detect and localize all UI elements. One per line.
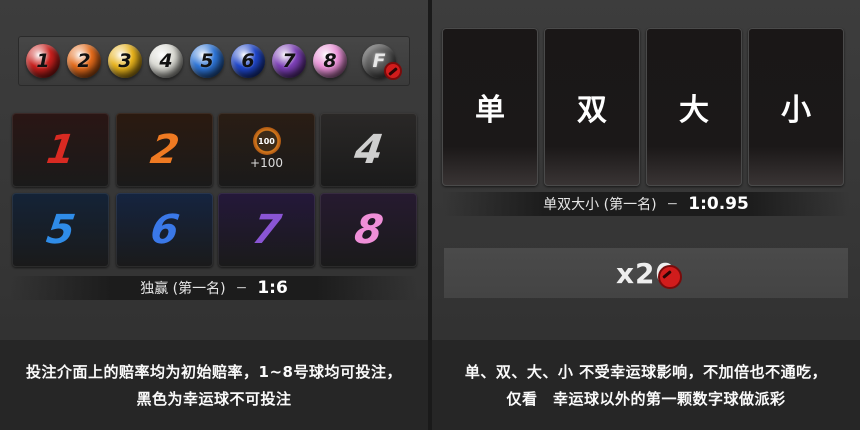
odds-label: 独赢 (第一名)	[140, 281, 226, 297]
bet-card-big[interactable]: 大	[646, 28, 742, 186]
bet-card-3[interactable]: 100 +100	[218, 113, 315, 187]
jackpot-chip-value: 100	[258, 136, 275, 146]
caption-line-2: 仅看 幸运球以外的第一颗数字球做派彩	[506, 390, 786, 408]
bet-card-5[interactable]: 5	[12, 193, 109, 267]
card-label: 单	[475, 93, 505, 128]
odd-even-odds-bar: 单双大小 (第一名) − 1:0.95	[442, 192, 850, 216]
no-bet-icon	[384, 62, 402, 80]
bet-card-odd[interactable]: 单	[442, 28, 538, 186]
card-number: 1	[43, 127, 78, 173]
bet-card-4[interactable]: 4	[320, 113, 417, 187]
ball-8: 8	[313, 44, 347, 78]
card-number: 8	[351, 207, 386, 253]
odds-separator: −	[666, 196, 679, 212]
ball-strip: 1 2 3 4 5 6 7 8 F	[18, 36, 410, 86]
card-label: 大	[679, 93, 709, 128]
bet-card-7[interactable]: 7	[218, 193, 315, 267]
ball-label: 4	[159, 50, 173, 72]
jackpot-chip-icon: 100	[252, 127, 281, 155]
card-number: 5	[43, 207, 78, 253]
caption-line-1: 投注介面上的赔率均为初始赔率，1~8号球均可投注，	[26, 363, 402, 381]
ball-label: 3	[118, 50, 132, 72]
jackpot-indicator: 100 +100	[218, 127, 315, 170]
no-multiplier-icon	[658, 264, 683, 289]
bet-card-8[interactable]: 8	[320, 193, 417, 267]
single-win-caption: 投注介面上的赔率均为初始赔率，1~8号球均可投注， 黑色为幸运球不可投注	[0, 340, 428, 430]
ball-label: 8	[323, 50, 337, 72]
single-win-panel: 1 2 3 4 5 6 7 8 F 1 2 100 +100 4 5 6 7 8…	[0, 0, 428, 430]
caption-line-2: 黑色为幸运球不可投注	[136, 390, 292, 408]
ball-2: 2	[67, 44, 101, 78]
caption-line-1: 单、双、大、小 不受幸运球影响，不加倍也不通吃，	[464, 363, 828, 381]
bet-card-1[interactable]: 1	[12, 113, 109, 187]
card-number: 2	[147, 127, 182, 173]
multiplier-wrap: x20	[616, 257, 683, 290]
bet-card-6[interactable]: 6	[116, 193, 213, 267]
ball-label: 2	[77, 50, 91, 72]
ball-label: 7	[282, 50, 296, 72]
ball-label: 1	[36, 50, 50, 72]
bet-card-small[interactable]: 小	[748, 28, 844, 186]
card-number: 4	[351, 127, 386, 173]
ball-4: 4	[149, 44, 183, 78]
odds-value: 1:6	[257, 278, 288, 298]
ball-6: 6	[231, 44, 265, 78]
card-number: 6	[147, 207, 182, 253]
multiplier-bar: x20	[444, 248, 848, 298]
ball-label: 6	[241, 50, 255, 72]
ball-7: 7	[272, 44, 306, 78]
card-label: 双	[577, 93, 607, 128]
card-label: 小	[781, 93, 811, 128]
ball-3: 3	[108, 44, 142, 78]
odd-even-caption: 单、双、大、小 不受幸运球影响，不加倍也不通吃， 仅看 幸运球以外的第一颗数字球…	[432, 340, 860, 430]
ball-1: 1	[26, 44, 60, 78]
odd-even-big-small-panel: 单 双 大 小 单双大小 (第一名) − 1:0.95 x20 单、双、大、小 …	[432, 0, 860, 430]
card-number: 7	[249, 207, 284, 253]
odds-value: 1:0.95	[688, 194, 749, 214]
ball-label: 5	[200, 50, 214, 72]
odds-separator: −	[235, 280, 248, 296]
bet-card-even[interactable]: 双	[544, 28, 640, 186]
odds-label: 单双大小 (第一名)	[543, 197, 657, 213]
jackpot-bonus: +100	[250, 156, 283, 170]
bet-card-2[interactable]: 2	[116, 113, 213, 187]
ball-5: 5	[190, 44, 224, 78]
single-win-odds-bar: 独赢 (第一名) − 1:6	[10, 276, 418, 300]
